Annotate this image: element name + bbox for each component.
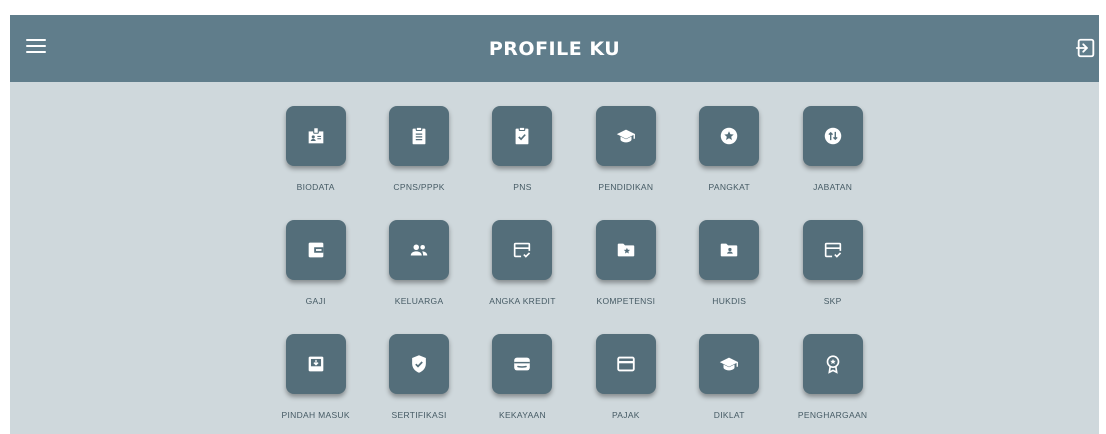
menu-tile-pendidikan[interactable]: PENDIDIKAN xyxy=(574,106,677,220)
award-icon xyxy=(826,355,839,374)
tile-button[interactable] xyxy=(492,334,553,394)
menu-tile-jabatan[interactable]: JABATAN xyxy=(781,106,884,220)
menu-tile-skp[interactable]: SKP xyxy=(781,220,884,334)
people-icon xyxy=(410,244,428,256)
tile-button[interactable] xyxy=(699,334,760,394)
hamburger-line xyxy=(26,45,46,47)
tile-button[interactable] xyxy=(699,106,760,166)
credit-card-icon xyxy=(617,356,635,372)
menu-tile-pns[interactable]: PNS xyxy=(471,106,574,220)
logout-button[interactable] xyxy=(1075,37,1097,59)
menu-tile-diklat[interactable]: DIKLAT xyxy=(678,334,781,434)
menu-tile-pindah-masuk[interactable]: PINDAH MASUK xyxy=(264,334,367,434)
menu-tile-kekayaan[interactable]: KEKAYAAN xyxy=(471,334,574,434)
folder-star-icon xyxy=(617,243,635,257)
tile-label: CPNS/PPPK xyxy=(393,182,445,192)
tile-label: PNS xyxy=(513,182,532,192)
page-title: PROFILE KU xyxy=(488,37,621,60)
menu-button[interactable] xyxy=(26,39,46,57)
tile-label: BIODATA xyxy=(296,182,335,192)
move-in-icon xyxy=(308,356,324,372)
card-check-icon xyxy=(824,242,841,258)
menu-tile-hukdis[interactable]: HUKDIS xyxy=(678,220,781,334)
tile-button[interactable] xyxy=(802,220,863,280)
menu-tile-pangkat[interactable]: PANGKAT xyxy=(678,106,781,220)
wallet-card-icon xyxy=(514,357,531,371)
tile-button[interactable] xyxy=(492,106,553,166)
tile-button[interactable] xyxy=(285,334,346,394)
shield-check-icon xyxy=(412,355,426,373)
menu-tile-penghargaan[interactable]: PENGHARGAAN xyxy=(781,334,884,434)
menu-tile-gaji[interactable]: GAJI xyxy=(264,220,367,334)
card-check-icon xyxy=(514,242,531,258)
badge-icon xyxy=(308,127,324,144)
tile-button[interactable] xyxy=(595,334,656,394)
tile-label: HUKDIS xyxy=(712,296,747,306)
tile-label: PENDIDIKAN xyxy=(598,182,654,192)
tile-label: ANGKA KREDIT xyxy=(489,296,556,306)
menu-tile-pajak[interactable]: PAJAK xyxy=(574,334,677,434)
menu-tile-kompetensi[interactable]: KOMPETENSI xyxy=(574,220,677,334)
menu-tile-sertifikasi[interactable]: SERTIFIKASI xyxy=(367,334,470,434)
tile-label: PENGHARGAAN xyxy=(797,410,868,420)
menu-grid: BIODATA CPNS/PPPK PNS PENDIDIKAN PANGKAT xyxy=(264,106,884,434)
tile-label: GAJI xyxy=(305,296,326,306)
menu-tile-biodata[interactable]: BIODATA xyxy=(264,106,367,220)
swap-circle-icon xyxy=(824,127,841,145)
tile-button[interactable] xyxy=(699,220,760,280)
tile-button[interactable] xyxy=(492,220,553,280)
folder-person-icon xyxy=(721,243,738,257)
graduation-cap-icon xyxy=(616,129,636,143)
tile-label: PANGKAT xyxy=(708,182,750,192)
tile-button[interactable] xyxy=(285,220,346,280)
app-bar: PROFILE KU xyxy=(10,15,1099,82)
hamburger-line xyxy=(26,51,46,53)
tile-label: DIKLAT xyxy=(713,410,745,420)
menu-tile-keluarga[interactable]: KELUARGA xyxy=(367,220,470,334)
tile-button[interactable] xyxy=(802,106,863,166)
clipboard-check-icon xyxy=(516,126,529,145)
tile-label: PAJAK xyxy=(611,410,640,420)
app-window: PROFILE KU BIODATA CPNS/PPPK PNS PENDIDI… xyxy=(10,15,1099,434)
clipboard-icon xyxy=(412,126,426,145)
tile-label: KOMPETENSI xyxy=(596,296,656,306)
tile-label: SKP xyxy=(823,296,842,306)
tile-label: PINDAH MASUK xyxy=(281,410,350,420)
wallet-icon xyxy=(308,242,324,258)
tile-button[interactable] xyxy=(595,106,656,166)
tile-button[interactable] xyxy=(389,220,450,280)
tile-button[interactable] xyxy=(285,106,346,166)
tile-label: SERTIFIKASI xyxy=(391,410,447,420)
menu-tile-cpns-pppk[interactable]: CPNS/PPPK xyxy=(367,106,470,220)
tile-button[interactable] xyxy=(389,334,450,394)
menu-tile-angka-kredit[interactable]: ANGKA KREDIT xyxy=(471,220,574,334)
tile-button[interactable] xyxy=(389,106,450,166)
star-circle-icon xyxy=(721,127,738,145)
graduation-cap-icon xyxy=(720,357,739,371)
tile-label: KEKAYAAN xyxy=(498,410,546,420)
tile-label: JABATAN xyxy=(813,182,853,192)
logout-icon xyxy=(1075,38,1095,58)
tile-button[interactable] xyxy=(595,220,656,280)
tile-label: KELUARGA xyxy=(394,296,444,306)
tile-button[interactable] xyxy=(802,334,863,394)
hamburger-line xyxy=(26,39,46,41)
